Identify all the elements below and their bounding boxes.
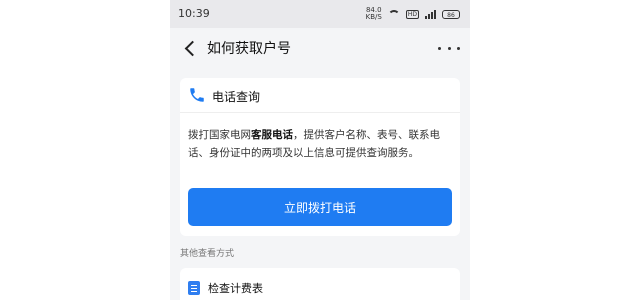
navigation-bar: 如何获取户号 [170,28,470,68]
network-speed: 84.0 KB/S [366,7,382,21]
phone-inquiry-description: 拨打国家电网客服电话，提供客户名称、表号、联系电话、身份证中的两项及以上信息可提… [188,126,456,162]
wifi-icon [387,9,400,19]
phone-inquiry-header: 电话查询 [180,78,460,113]
status-time: 10:39 [178,7,210,20]
more-dot-icon [438,46,441,50]
page-title: 如何获取户号 [207,41,291,57]
check-bill-title: 检查计费表 [208,282,263,295]
battery-icon: 86 [442,9,460,19]
call-now-button[interactable]: 立即拨打电话 [188,188,452,226]
phone-inquiry-card: 电话查询 拨打国家电网客服电话，提供客户名称、表号、联系电话、身份证中的两项及以… [180,78,460,236]
phone-inquiry-title: 电话查询 [212,90,261,104]
back-button[interactable] [178,36,202,60]
hd-badge: HD [405,9,419,19]
phone-screen: 10:39 84.0 KB/S HD 86 如何获取户号 电话查询 拨打国家电网… [170,0,470,300]
more-dot-icon [457,46,460,50]
network-speed-unit: KB/S [365,13,382,21]
status-icons: 84.0 KB/S HD 86 [366,7,460,21]
more-dot-icon [447,46,451,50]
check-bill-card[interactable]: 检查计费表 [180,268,460,300]
document-icon [188,281,200,295]
signal-icon [425,9,436,19]
description-bold: 客服电话 [251,129,293,141]
phone-icon [190,88,204,102]
more-options-button[interactable] [438,38,460,58]
description-prefix: 拨打国家电网 [188,129,251,141]
other-methods-label: 其他查看方式 [180,249,235,259]
status-bar: 10:39 84.0 KB/S HD 86 [170,0,470,28]
